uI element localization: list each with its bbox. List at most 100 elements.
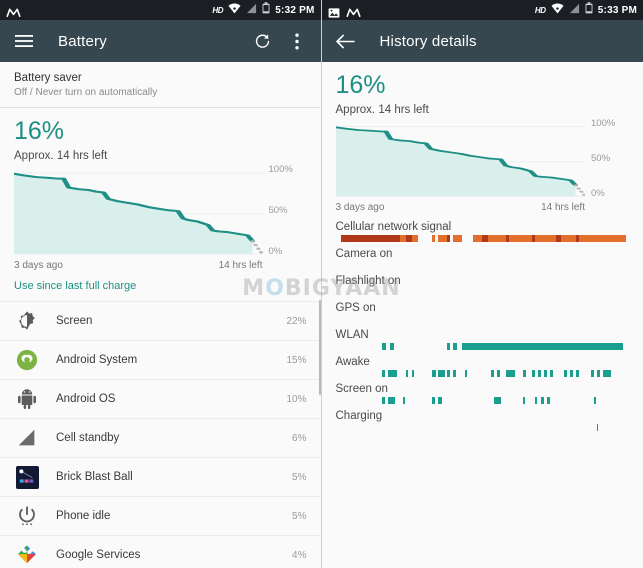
history-segment: [432, 235, 436, 243]
battery-percent: 16%: [14, 117, 65, 145]
history-details-screen: HD 5:33 PM History details 16% Approx. 1…: [320, 0, 643, 568]
xlabel-start: 3 days ago: [335, 202, 385, 214]
wifi-icon: [228, 1, 241, 19]
status-bar-left: HD 5:32 PM: [0, 0, 321, 20]
history-segment: [438, 397, 443, 405]
history-row-track: [336, 316, 630, 323]
history-segment: [543, 370, 547, 378]
usage-label: Phone idle: [56, 510, 111, 523]
history-segment: [549, 370, 553, 378]
wifi-icon: [551, 1, 564, 19]
history-segment: [546, 397, 550, 405]
history-segment: [452, 343, 457, 351]
battery-summary-right: 16% Approx. 14 hrs left: [322, 62, 643, 117]
mobigyaan-m-logo: [345, 5, 361, 17]
history-segment: [488, 235, 506, 243]
history-segment: [523, 397, 526, 405]
history-row-track: [336, 289, 630, 296]
hamburger-menu-icon[interactable]: [14, 31, 34, 51]
history-row: WLAN: [322, 325, 643, 351]
ytick-0: 0%: [591, 188, 605, 200]
xlabel-end: 14 hrs left: [541, 202, 585, 214]
history-segment: [388, 370, 398, 378]
history-segment: [432, 370, 436, 378]
history-segment: [447, 343, 450, 351]
history-row: Screen on: [322, 379, 643, 405]
chart-y-axis-labels: 100% 50% 0%: [265, 164, 307, 257]
history-segment: [508, 235, 533, 243]
history-segment: [590, 370, 595, 378]
status-bar-clock: 5:32 PM: [275, 4, 315, 16]
history-row-label: Charging: [335, 410, 383, 423]
usage-percent: 15%: [286, 354, 307, 366]
brightness-icon: [14, 308, 40, 334]
refresh-icon[interactable]: [253, 31, 273, 51]
history-segment: [382, 343, 386, 351]
history-segment: [570, 370, 574, 378]
history-row: Cellular network signal: [322, 217, 643, 243]
use-since-last-full-charge-link[interactable]: Use since last full charge: [0, 271, 321, 302]
usage-row[interactable]: Brick Blast Ball 5%: [0, 457, 321, 496]
history-segment: [447, 235, 450, 243]
history-segment: [596, 370, 601, 378]
usage-label: Brick Blast Ball: [56, 471, 133, 484]
history-segment: [523, 370, 526, 378]
history-segment: [505, 370, 515, 378]
history-row-label: WLAN: [335, 329, 369, 342]
history-segment: [496, 370, 500, 378]
history-row-track: [336, 262, 630, 269]
history-row: Camera on: [322, 244, 643, 269]
page-title: Battery: [58, 32, 107, 50]
battery-usage-list: Screen 22% Android System 15% Android OS 10% C…: [0, 301, 321, 568]
usage-label: Screen: [56, 315, 93, 328]
history-row-track: [336, 343, 630, 351]
back-arrow-icon[interactable]: [336, 31, 356, 51]
status-bar-right-icons-2: HD 5:33 PM: [535, 1, 637, 19]
history-row-track: [336, 370, 630, 378]
ytick-50: 50%: [591, 153, 611, 165]
usage-row[interactable]: Android System 15%: [0, 340, 321, 379]
history-segment: [535, 235, 556, 243]
phone-idle-icon: [14, 503, 40, 529]
history-segment: [464, 370, 467, 378]
history-segment: [452, 235, 462, 243]
hd-badge: HD: [212, 5, 224, 15]
app-bar-actions: [253, 31, 307, 51]
image-icon: [328, 5, 340, 18]
history-segment: [389, 343, 395, 351]
history-segment: [438, 235, 448, 243]
cell-standby-icon: [14, 425, 40, 451]
history-segment: [538, 370, 541, 378]
overflow-menu-icon[interactable]: [287, 31, 307, 51]
page-title: History details: [379, 32, 477, 50]
android-system-icon: [14, 347, 40, 373]
history-segment: [579, 235, 627, 243]
history-segment: [341, 235, 401, 243]
battery-saver-row[interactable]: Battery saver Off / Never turn on automa…: [0, 62, 321, 108]
history-segment: [564, 370, 568, 378]
usage-label: Android OS: [56, 393, 116, 406]
history-segment: [388, 397, 396, 405]
hd-badge: HD: [534, 5, 546, 15]
chart-x-axis-labels: 3 days ago 14 hrs left: [14, 260, 263, 271]
usage-row[interactable]: Android OS 10%: [0, 379, 321, 418]
battery-saver-subtitle: Off / Never turn on automatically: [14, 87, 158, 98]
battery-chart-right: 100% 50% 0% 3 days ago 14 hrs left: [321, 116, 643, 214]
usage-row[interactable]: Phone idle 5%: [0, 496, 321, 535]
history-segment: [535, 397, 538, 405]
google-services-icon: [14, 542, 40, 568]
battery-icon: [585, 1, 593, 19]
history-row-track: [336, 235, 630, 243]
history-segment: [411, 235, 418, 243]
usage-percent: 22%: [286, 315, 307, 327]
usage-row[interactable]: Google Services 4%: [0, 535, 321, 568]
history-row: Flashlight on: [322, 271, 643, 296]
history-segment: [452, 370, 457, 378]
usage-row[interactable]: Cell standby 6%: [0, 418, 321, 457]
xlabel-end: 14 hrs left: [218, 260, 263, 272]
history-row-track: [336, 397, 630, 405]
history-segment: [473, 235, 483, 243]
status-bar-right-left-icons: [328, 5, 361, 18]
history-segment: [602, 370, 612, 378]
usage-row[interactable]: Screen 22%: [0, 301, 321, 340]
